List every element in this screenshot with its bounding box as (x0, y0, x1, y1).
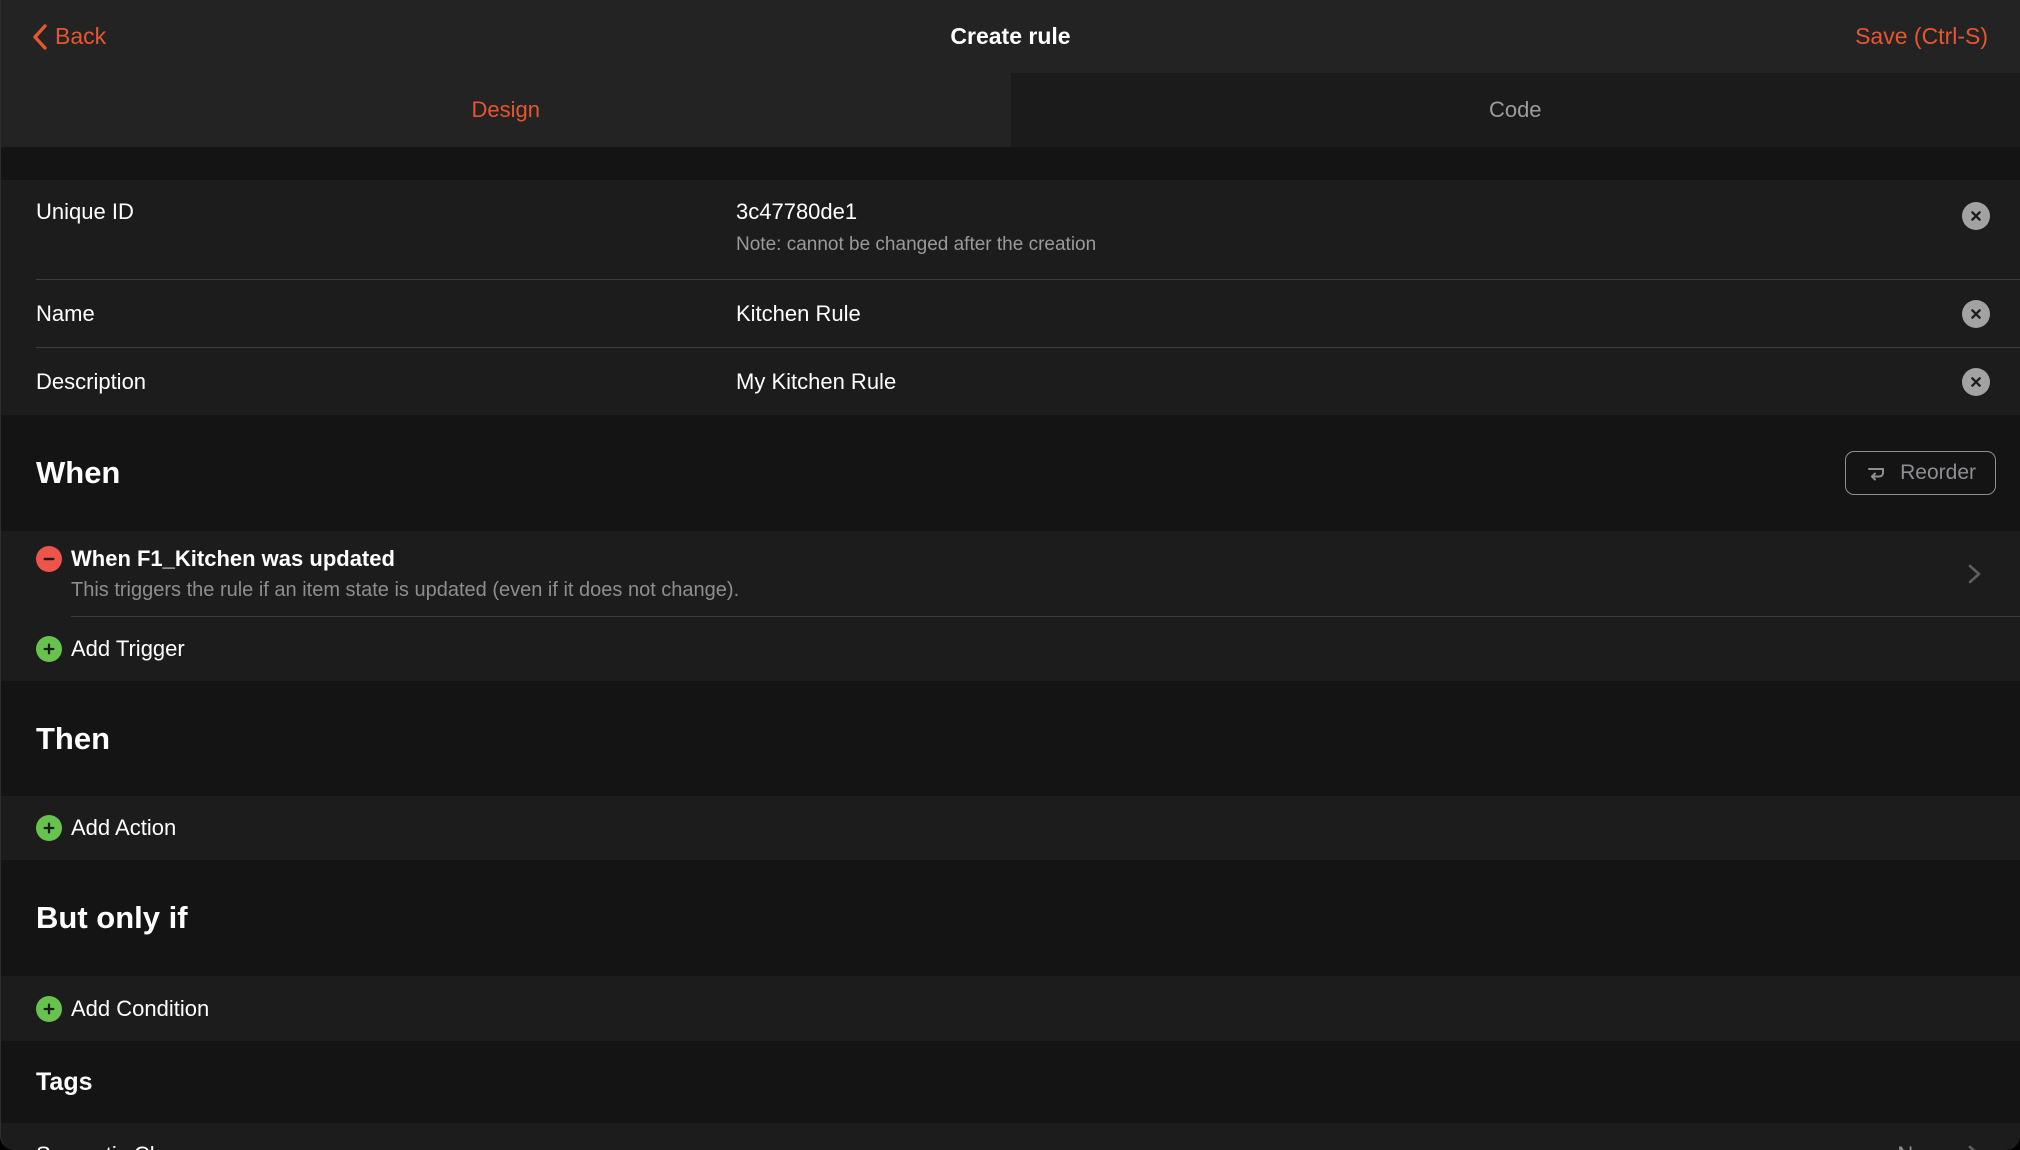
semantic-class-label: Semantic Class (36, 1142, 189, 1150)
trigger-title: When F1_Kitchen was updated (71, 546, 395, 572)
then-title: Then (36, 721, 110, 757)
clear-icon (1968, 306, 1984, 322)
actions-list: Add Action (1, 796, 2020, 860)
trigger-item[interactable]: When F1_Kitchen was updated This trigger… (1, 531, 2020, 616)
clear-unique-id-button[interactable] (1962, 202, 1990, 230)
add-icon (36, 815, 62, 841)
name-label: Name (36, 301, 736, 327)
add-condition-label: Add Condition (71, 996, 209, 1022)
tabbar: Design Code (1, 73, 2020, 147)
only-if-title: But only if (36, 900, 188, 936)
reorder-icon (1865, 461, 1889, 485)
triggers-list: When F1_Kitchen was updated This trigger… (1, 531, 2020, 681)
description-value[interactable]: My Kitchen Rule (736, 369, 896, 395)
chevron-right-icon (1967, 1143, 1982, 1150)
spacer (1, 147, 2020, 180)
add-condition-button[interactable]: Add Condition (1, 976, 2020, 1041)
tags-title: Tags (36, 1068, 93, 1097)
when-section-header: When Reorder (1, 415, 2020, 531)
name-row: Name Kitchen Rule (1, 280, 2020, 347)
save-button[interactable]: Save (Ctrl-S) (1855, 23, 1988, 50)
unique-id-row: Unique ID 3c47780de1 Note: cannot be cha… (1, 180, 2020, 279)
name-value[interactable]: Kitchen Rule (736, 301, 861, 327)
back-label: Back (55, 23, 106, 50)
trigger-subtitle: This triggers the rule if an item state … (71, 579, 1950, 602)
back-button[interactable]: Back (31, 23, 106, 50)
chevron-right-icon (1967, 562, 1982, 586)
page-title: Create rule (1, 23, 2020, 50)
clear-icon (1968, 374, 1984, 390)
reorder-label: Reorder (1900, 461, 1976, 485)
add-icon (36, 636, 62, 662)
rule-fields-list: Unique ID 3c47780de1 Note: cannot be cha… (1, 180, 2020, 415)
unique-id-note: Note: cannot be changed after the creati… (736, 234, 1096, 256)
description-label: Description (36, 369, 736, 395)
remove-trigger-icon[interactable] (36, 546, 62, 572)
when-title: When (36, 455, 120, 491)
unique-id-label: Unique ID (36, 199, 736, 225)
then-section-header: Then (1, 681, 2020, 796)
semantic-class-value: None (1897, 1142, 1950, 1150)
tags-section-header: Tags (1, 1041, 2020, 1123)
add-icon (36, 996, 62, 1022)
add-action-label: Add Action (71, 815, 176, 841)
reorder-button[interactable]: Reorder (1845, 451, 1996, 495)
add-action-button[interactable]: Add Action (1, 796, 2020, 860)
clear-description-button[interactable] (1962, 368, 1990, 396)
tab-code[interactable]: Code (1011, 73, 2020, 147)
tags-list: Semantic Class None (1, 1123, 2020, 1150)
unique-id-value[interactable]: 3c47780de1 (736, 199, 1096, 225)
semantic-class-row[interactable]: Semantic Class None (1, 1123, 2020, 1150)
only-if-section-header: But only if (1, 860, 2020, 976)
chevron-left-icon (31, 24, 48, 50)
clear-name-button[interactable] (1962, 300, 1990, 328)
description-row: Description My Kitchen Rule (1, 348, 2020, 415)
clear-icon (1968, 208, 1984, 224)
tab-design[interactable]: Design (1, 73, 1011, 147)
create-rule-page: Back Create rule Save (Ctrl-S) Design Co… (0, 0, 2020, 1150)
navbar: Back Create rule Save (Ctrl-S) (1, 0, 2020, 73)
add-trigger-button[interactable]: Add Trigger (1, 617, 2020, 681)
add-trigger-label: Add Trigger (71, 636, 185, 662)
conditions-list: Add Condition (1, 976, 2020, 1041)
